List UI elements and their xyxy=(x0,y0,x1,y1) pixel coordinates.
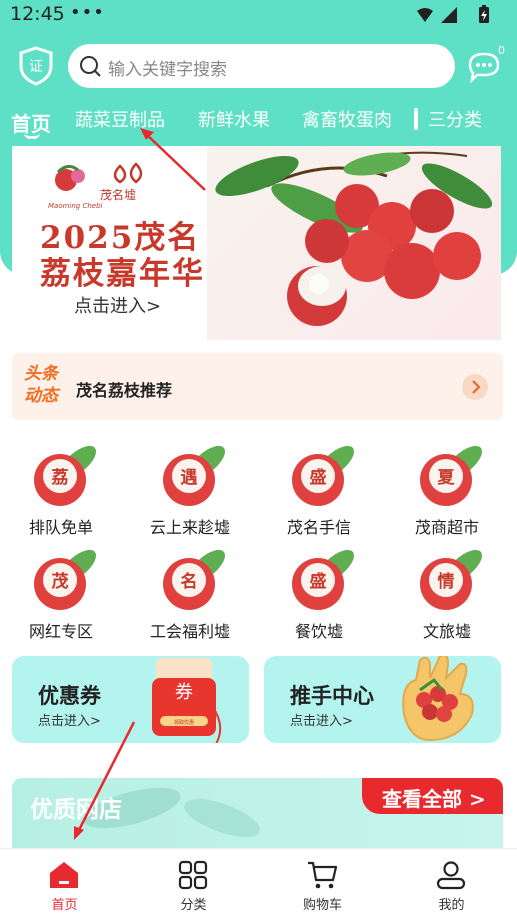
tab-all-categories[interactable]: 三分类 xyxy=(428,106,482,132)
banner-enter-link[interactable]: 点击进入> xyxy=(74,292,161,318)
featured-shops-section: 优质网店 查看全部 > xyxy=(12,778,503,848)
featured-shops-title: 优质网店 xyxy=(30,797,122,823)
message-badge: 0 xyxy=(498,44,505,57)
user-icon xyxy=(436,861,466,890)
coupon-card[interactable]: 优惠券 点击进入> 券 领取优惠 xyxy=(12,656,249,743)
nav-categories-label: 分类 xyxy=(180,898,207,913)
status-icons xyxy=(417,5,489,23)
view-all-button[interactable]: 查看全部 > xyxy=(362,778,503,814)
lychee-icon: 盛 xyxy=(292,445,355,506)
grid-item-label: 茂商超市 xyxy=(414,518,479,537)
headline-arrow-button[interactable] xyxy=(462,374,488,400)
view-all-label: 查看全部 > xyxy=(382,787,486,811)
grid-item-label: 排队免单 xyxy=(28,518,93,537)
grid-item-char: 荔 xyxy=(51,467,69,488)
bottom-navigation: 首页 分类 购物车 我的 xyxy=(0,848,517,916)
lychee-icon: 荔 xyxy=(34,445,97,506)
shield-glyph: 证 xyxy=(29,59,43,75)
grid-item-char: 盛 xyxy=(310,571,327,592)
tab-fresh-fruit[interactable]: 新鲜水果 xyxy=(198,106,270,132)
chevron-right-icon xyxy=(472,380,481,394)
promoter-card-title: 推手中心 xyxy=(290,684,374,708)
grid-item[interactable]: 盛餐饮墟 xyxy=(264,544,374,644)
headline-bar[interactable]: 头条动态 茂名荔枝推荐 xyxy=(12,353,503,420)
status-notification-dots: ••• xyxy=(70,2,105,23)
lychee-icon: 情 xyxy=(420,549,483,610)
lychee-icon: 茂 xyxy=(34,549,97,610)
maoming-logo-icon xyxy=(55,165,85,191)
chat-bubble-icon xyxy=(468,52,500,84)
grid-icon xyxy=(178,860,208,890)
grid-item-char: 名 xyxy=(181,571,198,592)
home-icon xyxy=(50,862,78,888)
banner-logo-text: 茂名墟 xyxy=(100,188,137,202)
nav-cart-label: 购物车 xyxy=(302,898,342,913)
nav-home-label: 首页 xyxy=(51,898,78,913)
grid-item[interactable]: 茂网红专区 xyxy=(6,544,116,644)
grid-item[interactable]: 夏茂商超市 xyxy=(392,440,502,540)
headline-text: 茂名荔枝推荐 xyxy=(76,381,173,400)
grid-item-label: 网红专区 xyxy=(28,622,93,641)
coupon-icon: 券 领取优惠 xyxy=(152,658,222,743)
grid-item[interactable]: 盛茂名手信 xyxy=(264,440,374,540)
lychee-illustration xyxy=(215,151,493,326)
tab-divider xyxy=(414,108,418,130)
category-tabs: 首页 蔬菜豆制品 新鲜水果 禽畜牧蛋肉 三分类 xyxy=(0,100,517,140)
grid-item-char: 遇 xyxy=(181,468,198,488)
tab-vegetables-tofu[interactable]: 蔬菜豆制品 xyxy=(75,106,165,132)
nav-cart[interactable]: 购物车 xyxy=(258,849,387,916)
lychee-icon: 遇 xyxy=(163,445,226,506)
search-placeholder: 输入关键字搜索 xyxy=(108,60,227,80)
grid-item-char: 盛 xyxy=(310,467,327,488)
nav-profile-label: 我的 xyxy=(438,898,465,913)
nav-categories[interactable]: 分类 xyxy=(129,849,258,916)
banner-title-line2: 荔枝嘉年华 xyxy=(40,256,205,292)
coupon-card-title: 优惠券 xyxy=(38,684,101,708)
promoter-center-card[interactable]: 推手中心 点击进入> xyxy=(264,656,501,743)
festival-banner[interactable]: 茂名墟 Maoming Chebi 2025茂名 荔枝嘉年华 点击进入> xyxy=(12,146,501,340)
coupon-card-link: 点击进入> xyxy=(38,714,101,729)
grid-item[interactable]: 荔排队免单 xyxy=(6,440,116,540)
tab-poultry-meat-eggs[interactable]: 禽畜牧蛋肉 xyxy=(302,106,392,132)
search-input[interactable]: 输入关键字搜索 xyxy=(68,44,455,88)
hand-holding-lychee-icon xyxy=(402,656,474,742)
grid-item[interactable]: 遇云上来趁墟 xyxy=(135,440,245,540)
grid-item-label: 餐饮墟 xyxy=(294,622,343,641)
grid-item-label: 茂名手信 xyxy=(286,518,351,537)
lychee-icon: 盛 xyxy=(292,549,355,610)
headline-tag: 头条动态 xyxy=(24,364,58,406)
grid-item[interactable]: 名工会福利墟 xyxy=(135,544,245,644)
coupon-small-button: 领取优惠 xyxy=(174,719,194,726)
verified-shield-icon[interactable]: 证 xyxy=(18,46,54,86)
grid-item-label: 云上来趁墟 xyxy=(149,518,230,537)
grid-item-char: 茂 xyxy=(52,571,69,592)
grid-item-char: 情 xyxy=(438,571,455,592)
status-time: 12:45 xyxy=(10,3,65,25)
status-bar: 12:45 ••• xyxy=(0,0,517,30)
lychee-icon: 名 xyxy=(163,549,226,610)
grid-item[interactable]: 情文旅墟 xyxy=(392,544,502,644)
promoter-card-link: 点击进入> xyxy=(290,714,353,729)
search-icon xyxy=(80,56,101,77)
nav-home[interactable]: 首页 xyxy=(0,849,129,916)
banner-logo-caption: Maoming Chebi xyxy=(48,202,103,210)
cart-icon xyxy=(308,861,338,889)
lychee-icon: 夏 xyxy=(420,445,483,506)
grid-item-label: 工会福利墟 xyxy=(149,622,230,641)
message-button[interactable]: 0 xyxy=(467,44,505,86)
grid-item-char: 夏 xyxy=(438,468,456,488)
nav-profile[interactable]: 我的 xyxy=(387,849,516,916)
grid-item-label: 文旅墟 xyxy=(422,622,471,641)
coupon-char: 券 xyxy=(175,682,193,703)
